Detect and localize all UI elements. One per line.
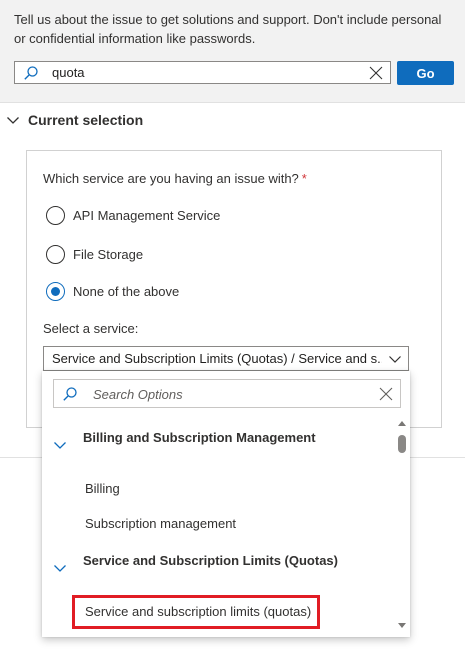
chevron-down-icon <box>7 117 19 124</box>
radio-circle-selected[interactable] <box>46 282 65 301</box>
radio-api-management[interactable]: API Management Service <box>46 206 220 225</box>
group-label: Service and Subscription Limits (Quotas) <box>83 552 338 568</box>
scrollbar-thumb[interactable] <box>398 435 406 453</box>
current-selection-label: Current selection <box>28 112 144 128</box>
search-options-placeholder: Search Options <box>93 387 183 402</box>
clear-search-icon[interactable] <box>368 65 384 81</box>
service-options-popup: Search Options Billing and Subscription … <box>42 371 410 637</box>
radio-label: API Management Service <box>73 208 221 223</box>
service-question-text: Which service are you having an issue wi… <box>43 171 299 186</box>
radio-none-of-the-above[interactable]: None of the above <box>46 282 179 301</box>
support-header-panel: Tell us about the issue to get solutions… <box>0 0 465 103</box>
search-value[interactable]: quota <box>52 65 85 80</box>
clear-icon[interactable] <box>378 386 394 402</box>
group-label: Billing and Subscription Management <box>83 429 316 445</box>
option-billing[interactable]: Billing <box>85 481 120 496</box>
required-mark: * <box>301 171 307 186</box>
radio-circle[interactable] <box>46 245 65 264</box>
search-options-input[interactable]: Search Options <box>53 379 401 408</box>
go-button[interactable]: Go <box>397 61 454 85</box>
service-question: Which service are you having an issue wi… <box>43 171 307 186</box>
option-service-subscription-limits[interactable]: Service and subscription limits (quotas) <box>85 604 311 619</box>
issue-search-input[interactable]: quota <box>14 61 391 84</box>
service-dropdown[interactable]: Service and Subscription Limits (Quotas)… <box>43 346 409 371</box>
radio-label: File Storage <box>73 247 144 262</box>
option-subscription-management[interactable]: Subscription management <box>85 516 236 531</box>
chevron-down-icon[interactable] <box>388 352 402 366</box>
chevron-down-icon <box>54 442 66 449</box>
scroll-up-arrow[interactable] <box>398 421 406 426</box>
search-icon <box>63 387 77 401</box>
search-icon <box>24 66 38 80</box>
service-dropdown-value: Service and Subscription Limits (Quotas)… <box>52 351 382 366</box>
radio-file-storage[interactable]: File Storage <box>46 245 143 264</box>
current-selection-toggle[interactable]: Current selection <box>6 110 143 130</box>
support-description: Tell us about the issue to get solutions… <box>14 12 442 46</box>
select-service-label: Select a service: <box>43 321 139 336</box>
scroll-down-arrow[interactable] <box>398 623 406 628</box>
chevron-down-icon <box>54 565 66 572</box>
radio-label: None of the above <box>73 284 180 299</box>
radio-circle[interactable] <box>46 206 65 225</box>
